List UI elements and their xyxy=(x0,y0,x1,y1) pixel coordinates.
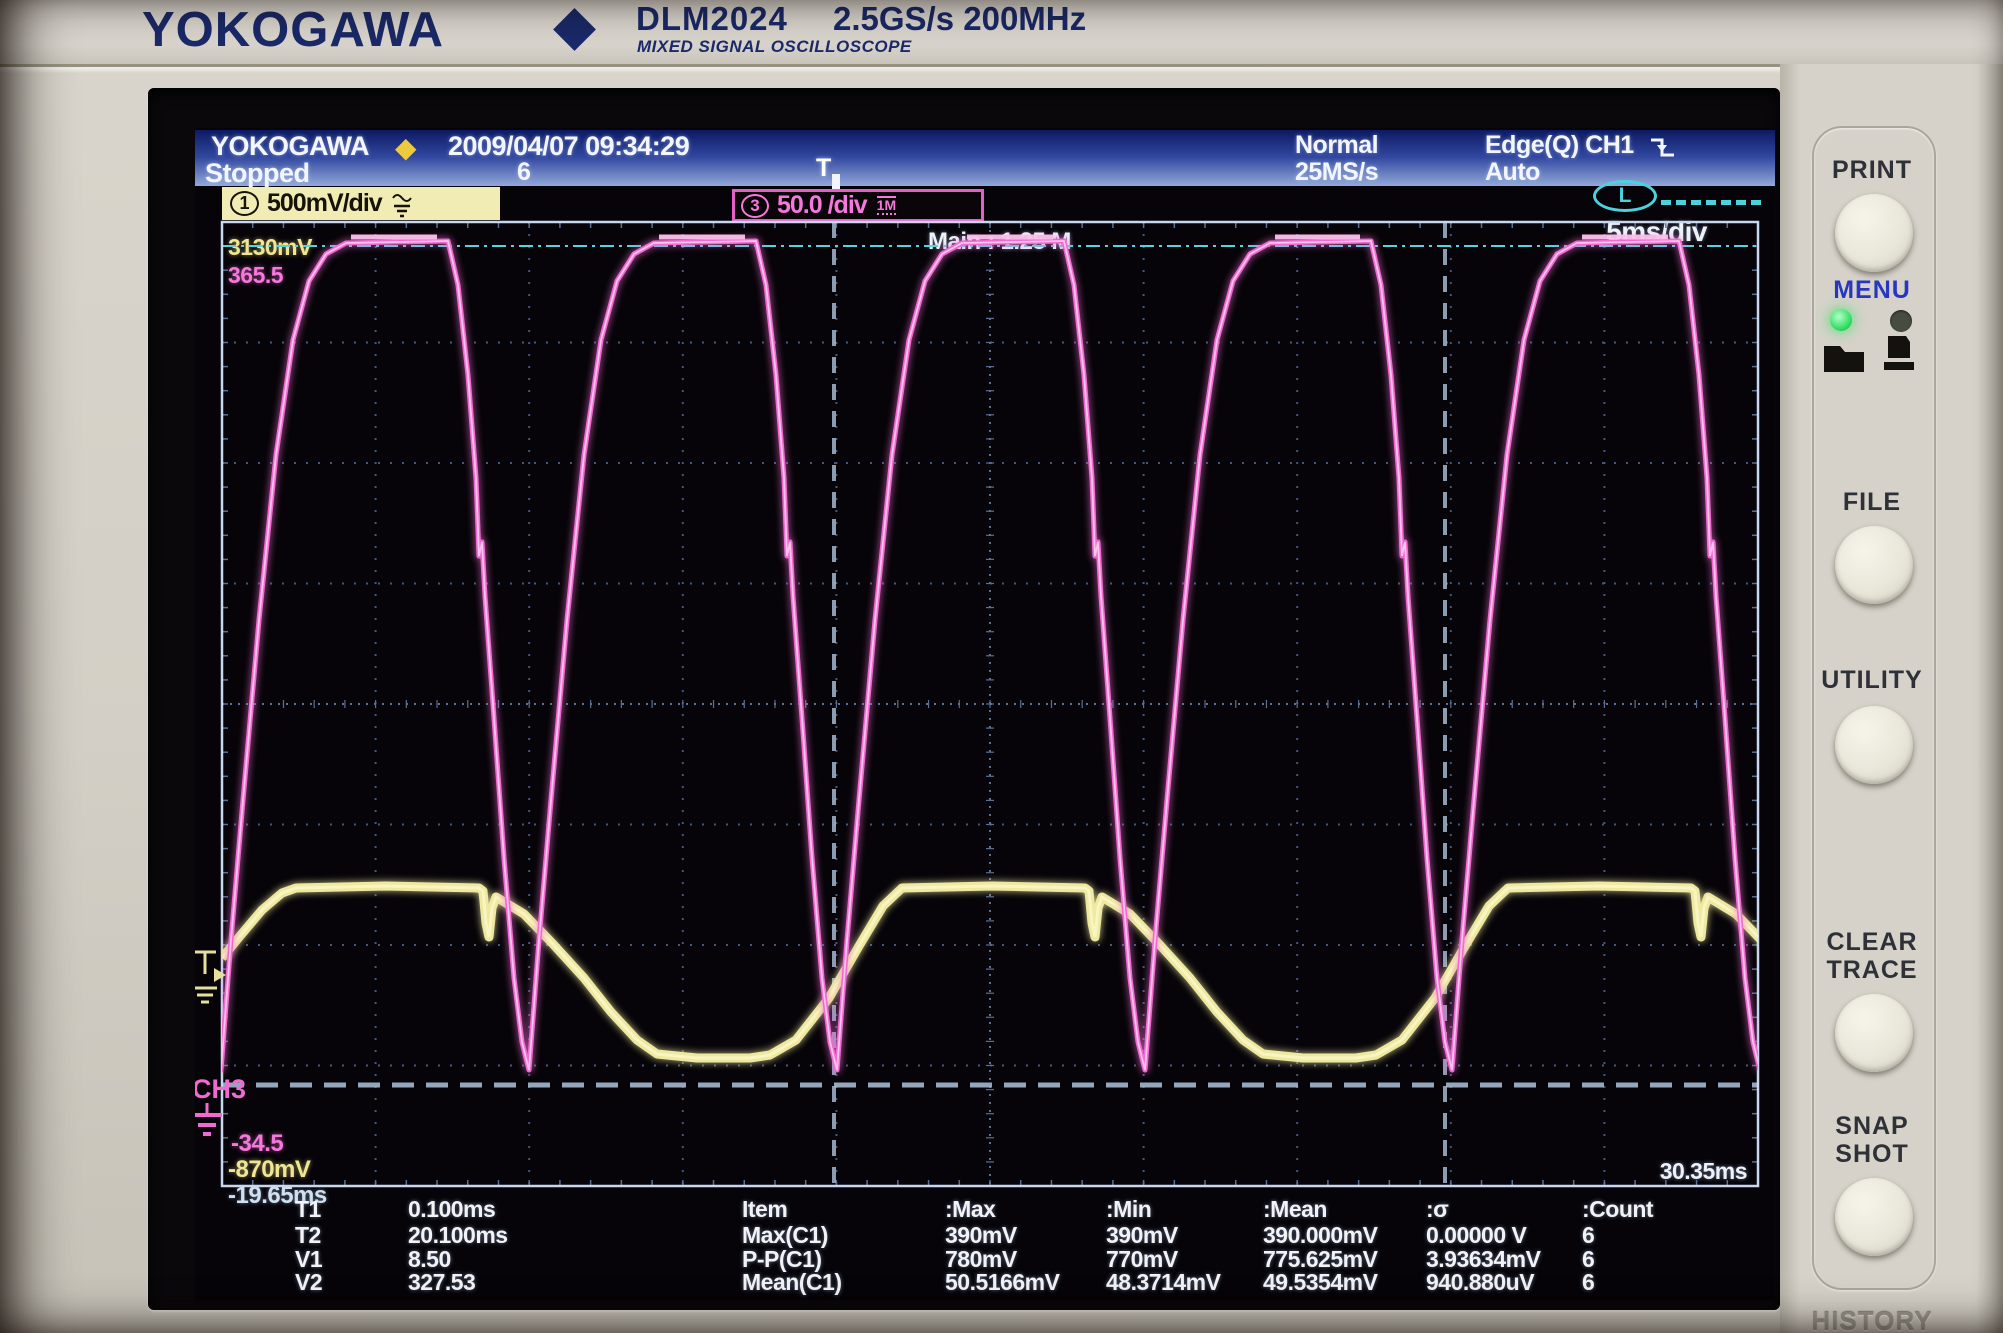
trigger-position-marker: T xyxy=(816,154,832,182)
ch3-number-icon: 3 xyxy=(741,193,769,218)
brand-strip: YOKOGAWA ◆ DLM2024 2.5GS/s 200MHz MIXED … xyxy=(0,0,2003,67)
sample-rate-label: 25MS/s xyxy=(1295,158,1379,186)
ch3-scale-label: 50.0 /div xyxy=(777,191,868,219)
printer-icon[interactable] xyxy=(1876,332,1922,376)
print-button[interactable] xyxy=(1835,194,1913,272)
measurement-table: Item:Max:Min:Mean:σ:Count Max(C1) 390mV 390… xyxy=(742,1196,1654,1295)
zoom-window-dashes-icon xyxy=(1661,200,1761,205)
ch1-scale-badge: 1 500mV/div xyxy=(222,187,500,220)
screen-brand-diamond-icon: ◆ xyxy=(395,132,417,163)
cursor-readout-table: T1 0.100ms T2 20.100ms V1 8.50 V2 327.53 xyxy=(295,1196,508,1295)
control-panel: PRINT MENU FILE UTILITY CLEAR TRACE SNAP… xyxy=(1780,64,2003,1333)
snap-shot-button[interactable] xyxy=(1835,1178,1913,1256)
oscilloscope-front: YOKOGAWA ◆ DLM2024 2.5GS/s 200MHz MIXED … xyxy=(0,0,2003,1333)
ch3-zero-label: CH3 xyxy=(195,1074,246,1104)
clear-trace-label-1: CLEAR xyxy=(1826,928,1918,956)
trigger-source-label: Edge(Q) CH1 xyxy=(1485,131,1634,159)
trigger-mode-label: Auto xyxy=(1485,158,1540,186)
file-label: FILE xyxy=(1842,488,1902,516)
history-label: HISTORY xyxy=(1811,1306,1933,1333)
model-label: DLM2024 xyxy=(636,0,788,37)
acq-mode-label: Normal xyxy=(1295,131,1379,159)
datetime-label: 2009/04/07 09:34:29 xyxy=(448,131,690,161)
ch1-scale-label: 500mV/div xyxy=(267,189,383,217)
snap-shot-label-2: SHOT xyxy=(1835,1140,1909,1168)
lcd-display: YOKOGAWA ◆ 2009/04/07 09:34:29 Stopped 6… xyxy=(195,128,1775,1300)
ch1-coupling-icon xyxy=(391,193,412,217)
print-label: PRINT xyxy=(1832,156,1912,184)
snap-shot-label-1: SNAP xyxy=(1835,1112,1909,1140)
zoom-window-marker-icon: L xyxy=(1593,180,1657,212)
brand-diamond-icon: ◆ xyxy=(553,0,597,56)
falling-edge-icon xyxy=(1651,138,1674,157)
clear-trace-label-2: TRACE xyxy=(1826,956,1918,984)
ch1-number-icon: 1 xyxy=(230,191,259,216)
status-bar: YOKOGAWA ◆ 2009/04/07 09:34:29 Stopped 6… xyxy=(195,130,1775,198)
menu-led-green-icon xyxy=(1830,309,1852,331)
specs-label: 2.5GS/s 200MHz xyxy=(833,0,1087,37)
clear-trace-button[interactable] xyxy=(1835,994,1913,1072)
subtitle-label: MIXED SIGNAL OSCILLOSCOPE xyxy=(637,37,912,56)
utility-button[interactable] xyxy=(1835,706,1913,784)
file-button[interactable] xyxy=(1835,526,1913,604)
ch3-impedance-icon: 1M xyxy=(876,196,897,215)
acquisition-status: Stopped xyxy=(205,158,310,188)
folder-icon[interactable] xyxy=(1820,336,1868,376)
brand-logo: YOKOGAWA xyxy=(142,3,445,57)
menu-led-off-icon xyxy=(1890,310,1912,332)
waveform-plot: CH3 xyxy=(195,220,1760,1188)
acquisition-count: 6 xyxy=(517,158,531,186)
utility-label: UTILITY xyxy=(1821,666,1923,694)
ch3-scale-badge: 3 50.0 /div 1M xyxy=(732,189,984,222)
menu-label: MENU xyxy=(1833,276,1911,304)
